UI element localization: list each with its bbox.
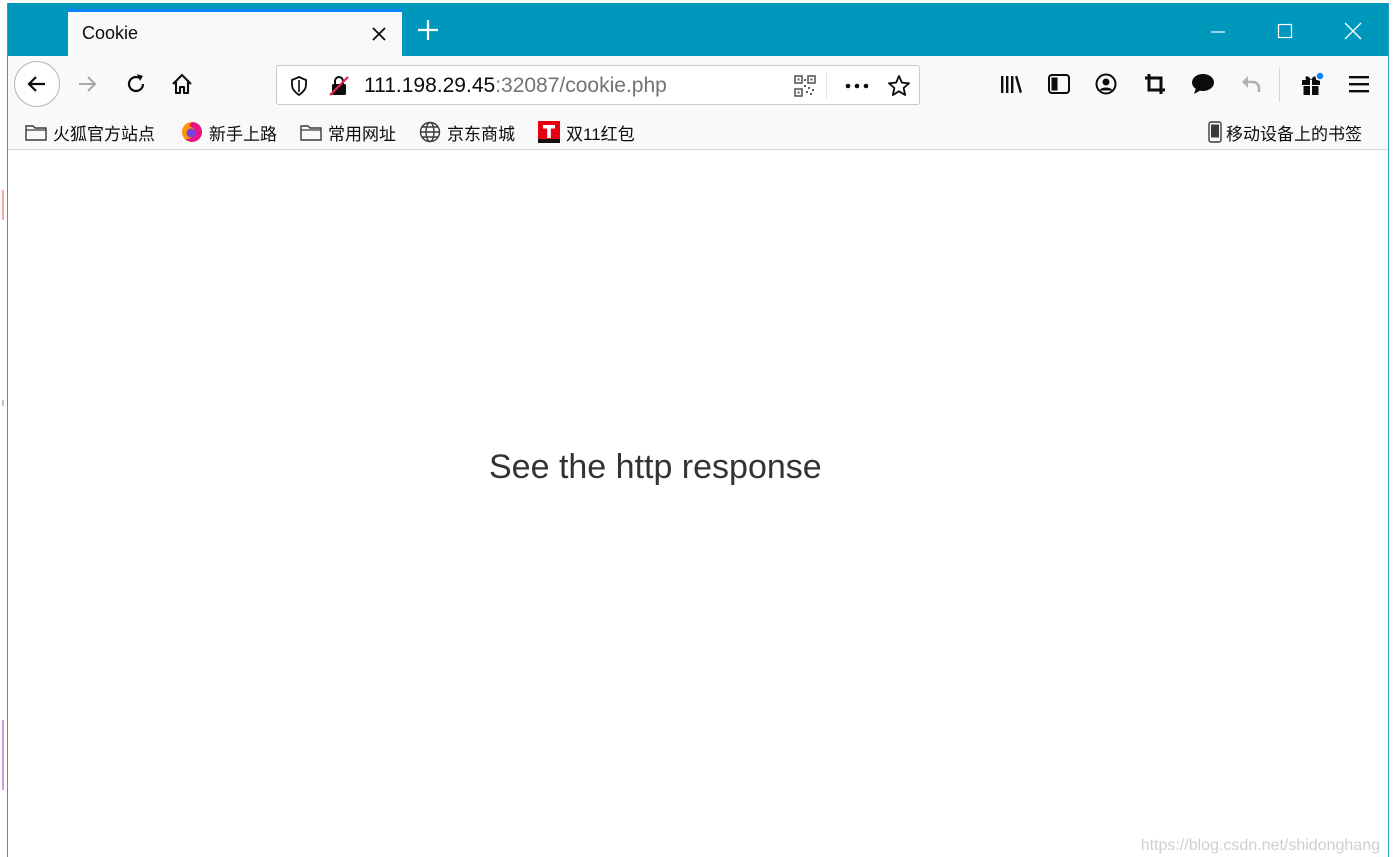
undo-arrow-icon[interactable]: [1234, 67, 1268, 101]
account-icon[interactable]: [1089, 67, 1123, 101]
forward-arrow-icon: [79, 76, 97, 92]
sidebar-icon[interactable]: [1042, 67, 1076, 101]
toolbar-separator: [1279, 68, 1280, 102]
globe-icon: [419, 121, 441, 143]
bookmark-mobile-bookmarks[interactable]: 移动设备上的书签: [1208, 120, 1362, 144]
gift-icon[interactable]: [1295, 67, 1329, 101]
back-button[interactable]: [14, 61, 60, 107]
mobile-icon: [1208, 121, 1222, 143]
insecure-lock-icon[interactable]: [324, 71, 354, 101]
screenshot-crop-icon[interactable]: [1138, 67, 1172, 101]
browser-window: Cookie 111.198.29.45:32087/cookie.php 火狐…: [7, 3, 1389, 857]
tab-title: Cookie: [82, 23, 139, 43]
url-text[interactable]: 111.198.29.45:32087/cookie.php: [364, 74, 667, 98]
page-message: See the http response: [489, 448, 822, 486]
reload-button[interactable]: [119, 67, 153, 101]
url-path: :32087/cookie.php: [495, 74, 667, 97]
url-bar[interactable]: 111.198.29.45:32087/cookie.php: [276, 65, 920, 105]
minimize-icon[interactable]: [1194, 13, 1242, 49]
bookmark-folder-firefox-official[interactable]: 火狐官方站点: [25, 120, 155, 144]
t-red-icon: [538, 121, 560, 143]
close-tab-icon[interactable]: [366, 21, 392, 47]
chat-bubble-icon[interactable]: [1186, 67, 1220, 101]
forward-button[interactable]: [70, 67, 104, 101]
home-icon: [172, 73, 192, 95]
page-actions-icon[interactable]: [842, 71, 872, 101]
bookmark-label: 火狐官方站点: [53, 124, 155, 144]
bookmark-label: 移动设备上的书签: [1226, 124, 1362, 144]
navigation-toolbar: 111.198.29.45:32087/cookie.php: [8, 56, 1388, 112]
bookmark-jd-mall[interactable]: 京东商城: [419, 120, 515, 144]
url-host: 111.198.29.45: [364, 74, 496, 97]
bookmarks-toolbar: 火狐官方站点 新手上路 常用网址 京东商城 双11红包 移动设备上的书签: [8, 112, 1388, 150]
bookmark-label: 新手上路: [209, 124, 277, 144]
reload-icon: [127, 74, 145, 93]
bookmark-label: 京东商城: [447, 124, 515, 144]
qr-code-icon[interactable]: [790, 71, 820, 101]
back-arrow-icon: [27, 76, 45, 92]
library-icon[interactable]: [994, 67, 1028, 101]
url-bar-separator: [826, 72, 827, 98]
new-tab-icon[interactable]: [413, 15, 443, 45]
maximize-icon[interactable]: [1261, 13, 1309, 49]
page-content: See the http response https://blog.csdn.…: [8, 150, 1388, 857]
watermark: https://blog.csdn.net/shidonghang: [1140, 837, 1380, 854]
left-edge-artifacts: [0, 150, 7, 850]
home-button[interactable]: [165, 67, 199, 101]
bookmark-double11-red-packet[interactable]: 双11红包: [538, 120, 635, 144]
bookmark-label: 常用网址: [328, 124, 396, 144]
firefox-icon: [181, 121, 203, 143]
bookmark-star-icon[interactable]: [884, 71, 914, 101]
tracking-shield-icon[interactable]: [284, 71, 314, 101]
bookmark-folder-common-sites[interactable]: 常用网址: [300, 120, 396, 144]
tab-cookie[interactable]: Cookie: [68, 9, 402, 56]
bookmark-getting-started[interactable]: 新手上路: [181, 120, 277, 144]
bookmark-label: 双11红包: [566, 124, 635, 144]
menu-hamburger-icon[interactable]: [1342, 67, 1376, 101]
folder-icon: [25, 121, 47, 143]
tab-bar: Cookie: [8, 3, 1388, 56]
close-window-icon[interactable]: [1329, 13, 1377, 49]
folder-icon: [300, 121, 322, 143]
